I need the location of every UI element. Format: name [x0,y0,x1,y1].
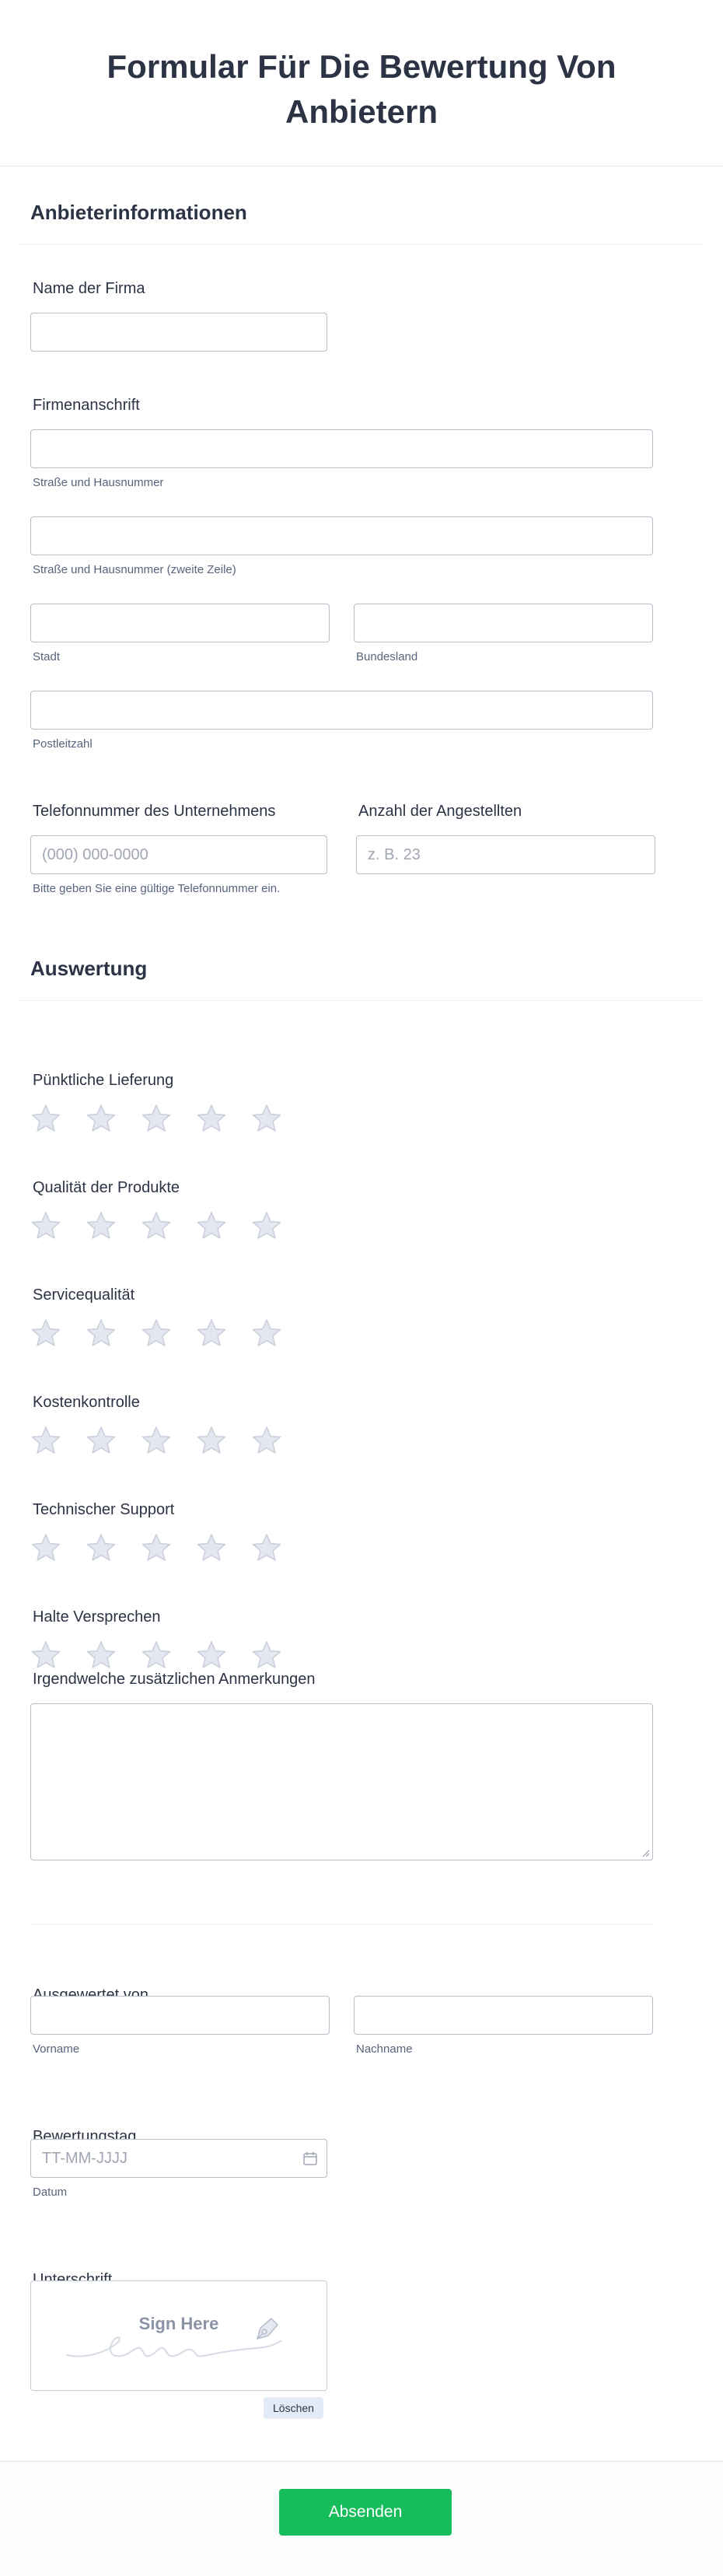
state-sublabel: Bundesland [356,650,418,663]
form-title: Formular Für Die Bewertung Von Anbietern [107,47,616,130]
pen-nib-icon [256,2317,279,2340]
star-icon[interactable] [30,1425,61,1456]
vendor-evaluation-form: Anbieterinformationen Name der Firma Fir… [19,166,704,2459]
rating-label: Servicequalität [33,1286,135,1304]
street-address-input[interactable] [30,429,653,468]
rating-label: Kostenkontrolle [33,1394,140,1411]
submit-button[interactable]: Absenden [279,2489,452,2536]
rating-label: Halte Versprechen [33,1608,161,1626]
resize-grip-icon[interactable] [642,1850,650,1857]
star-icon[interactable] [141,1532,172,1563]
star-icon[interactable] [86,1318,117,1349]
employees-input[interactable] [356,835,655,874]
comments-label: Irgendwelche zusätzlichen Anmerkungen [33,1671,316,1688]
first-name-input[interactable] [30,1996,330,2035]
street-address-line2-sublabel: Straße und Hausnummer (zweite Zeile) [33,563,236,576]
state-input[interactable] [354,604,653,642]
city-input[interactable] [30,604,330,642]
star-icon[interactable] [196,1318,227,1349]
star-icon[interactable] [196,1103,227,1134]
star-icon[interactable] [30,1318,61,1349]
star-icon[interactable] [251,1532,282,1563]
zip-code-input[interactable] [30,691,653,730]
rating-label: Qualität der Produkte [33,1179,180,1196]
rating-label: Technischer Support [33,1501,175,1518]
comments-textarea[interactable] [30,1703,653,1860]
form-footer: Absenden [0,2461,723,2576]
star-icon[interactable] [196,1640,227,1671]
star-icon[interactable] [141,1210,172,1241]
star-icon[interactable] [86,1425,117,1456]
star-icon[interactable] [30,1210,61,1241]
section-divider [19,244,704,245]
section-title-evaluation: Auswertung [30,957,148,980]
star-icon[interactable] [251,1640,282,1671]
star-icon[interactable] [86,1210,117,1241]
star-icon[interactable] [30,1103,61,1134]
star-icon[interactable] [196,1210,227,1241]
calendar-icon[interactable] [302,2151,318,2166]
evaluation-date-input[interactable] [30,2139,327,2178]
star-icon[interactable] [141,1318,172,1349]
star-icon[interactable] [30,1532,61,1563]
last-name-sublabel: Nachname [356,2042,413,2056]
star-icon[interactable] [251,1318,282,1349]
star-rating [30,1103,282,1134]
phone-hint: Bitte geben Sie eine gültige Telefonnumm… [33,882,281,895]
address-label: Firmenanschrift [33,397,140,414]
star-icon[interactable] [141,1640,172,1671]
section-divider [30,1924,652,1925]
star-icon[interactable] [196,1532,227,1563]
star-icon[interactable] [251,1210,282,1241]
form-header: Formular Für Die Bewertung Von Anbietern [0,0,723,166]
star-icon[interactable] [30,1640,61,1671]
star-icon[interactable] [86,1532,117,1563]
star-icon[interactable] [196,1425,227,1456]
evaluation-date-sublabel: Datum [33,2186,68,2199]
star-icon[interactable] [141,1425,172,1456]
company-name-label: Name der Firma [33,280,145,297]
phone-input[interactable] [30,835,327,874]
star-rating [30,1532,282,1563]
star-rating [30,1210,282,1241]
phone-label: Telefonnummer des Unternehmens [33,803,276,820]
street-address-line2-input[interactable] [30,516,653,555]
signature-placeholder: Sign Here [138,2314,219,2333]
star-icon[interactable] [86,1103,117,1134]
zip-code-sublabel: Postleitzahl [33,737,93,751]
rating-label: Pünktliche Lieferung [33,1072,174,1089]
star-rating [30,1318,282,1349]
company-name-input[interactable] [30,313,327,352]
section-divider [19,1000,704,1001]
street-address-sublabel: Straße und Hausnummer [33,476,164,489]
clear-signature-button[interactable]: Löschen [264,2397,323,2419]
star-icon[interactable] [141,1103,172,1134]
star-icon[interactable] [251,1103,282,1134]
first-name-sublabel: Vorname [33,2042,80,2056]
star-rating [30,1640,282,1671]
last-name-input[interactable] [354,1996,653,2035]
star-rating [30,1425,282,1456]
signature-scribble-icon [65,2336,282,2357]
star-icon[interactable] [251,1425,282,1456]
city-sublabel: Stadt [33,650,61,663]
section-title-vendor: Anbieterinformationen [30,201,247,224]
signature-pad[interactable]: Sign Here [30,2280,327,2391]
star-icon[interactable] [86,1640,117,1671]
employees-label: Anzahl der Angestellten [358,803,522,820]
